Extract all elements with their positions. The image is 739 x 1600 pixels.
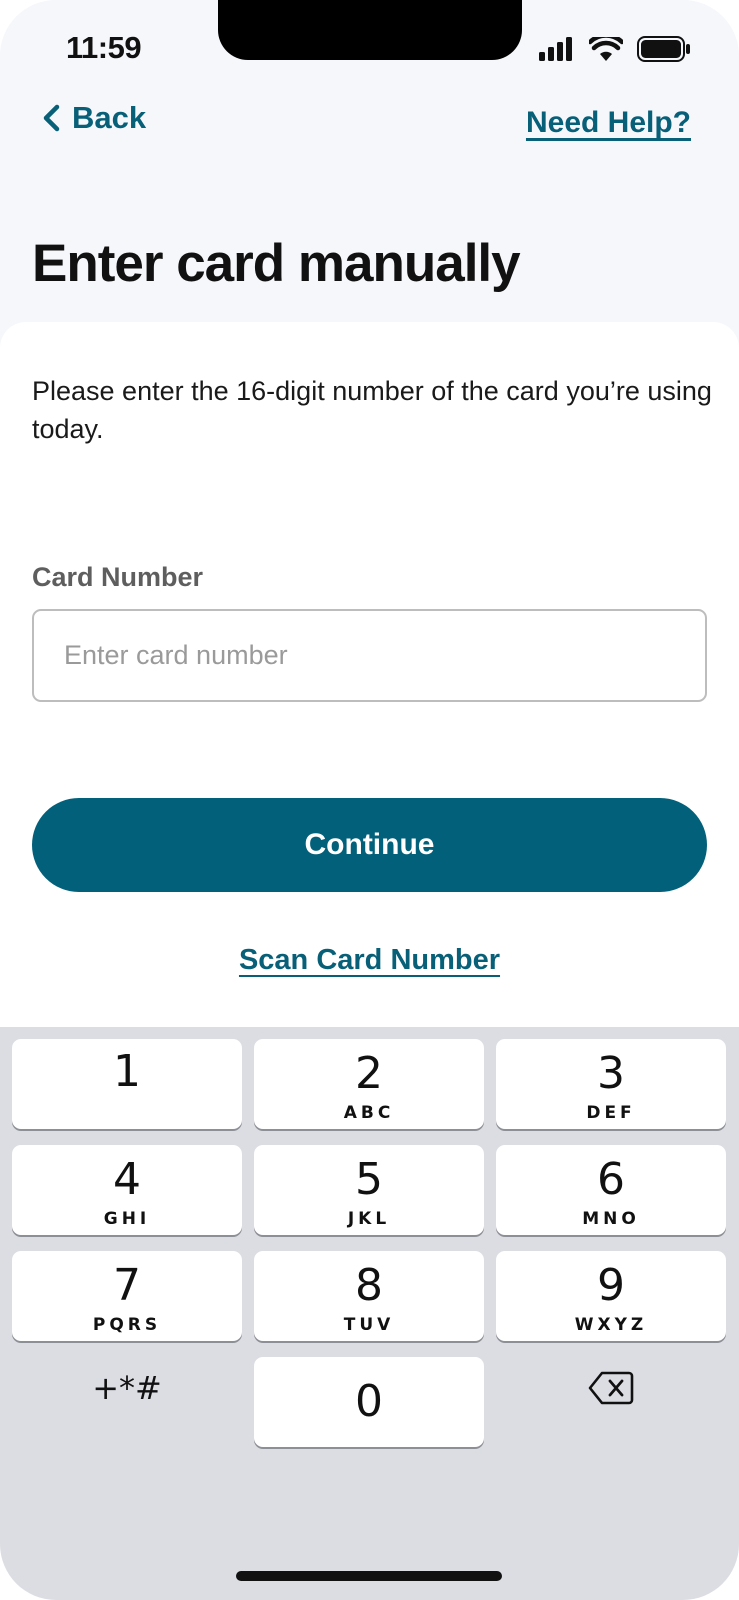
key-digit: 2: [355, 1048, 383, 1099]
key-letters: ABC: [343, 1103, 395, 1123]
key-letters: MNO: [582, 1209, 640, 1229]
key-digit: 0: [355, 1376, 383, 1427]
key-digit: 9: [597, 1260, 625, 1311]
key-digit: 5: [355, 1154, 383, 1205]
key-9[interactable]: 9 WXYZ: [496, 1251, 726, 1341]
key-1[interactable]: 1: [12, 1039, 242, 1129]
status-icons: [539, 36, 691, 62]
device-notch: [218, 0, 522, 60]
continue-button[interactable]: Continue: [32, 798, 707, 892]
need-help-link[interactable]: Need Help?: [526, 106, 691, 140]
key-3[interactable]: 3 DEF: [496, 1039, 726, 1129]
key-digit: 4: [113, 1154, 141, 1205]
delete-key[interactable]: [496, 1343, 726, 1433]
key-0[interactable]: 0: [254, 1357, 484, 1447]
key-8[interactable]: 8 TUV: [254, 1251, 484, 1341]
key-letters: PQRS: [92, 1315, 162, 1335]
key-digit: 7: [113, 1260, 141, 1311]
key-4[interactable]: 4 GHI: [12, 1145, 242, 1235]
wifi-icon: [589, 36, 623, 61]
card-number-label: Card Number: [32, 562, 204, 592]
phone-screen: 11:59 Back Need Help? Enter card manuall…: [0, 0, 739, 1600]
card-number-input[interactable]: [32, 609, 707, 702]
home-indicator[interactable]: [236, 1571, 502, 1581]
page-title: Enter card manually: [32, 234, 521, 293]
key-letters: TUV: [343, 1315, 395, 1335]
key-letters: GHI: [103, 1209, 151, 1229]
key-2[interactable]: 2 ABC: [254, 1039, 484, 1129]
key-letters: DEF: [586, 1103, 636, 1123]
scan-card-link[interactable]: Scan Card Number: [0, 944, 739, 977]
symbols-key[interactable]: +*#: [12, 1343, 242, 1433]
key-digit: 1: [113, 1046, 141, 1097]
key-digit: 8: [355, 1260, 383, 1311]
key-6[interactable]: 6 MNO: [496, 1145, 726, 1235]
chevron-left-icon: [43, 104, 60, 132]
key-letters: JKL: [347, 1209, 391, 1229]
backspace-icon: [588, 1371, 634, 1405]
key-digit: 3: [597, 1048, 625, 1099]
battery-icon: [637, 36, 690, 62]
status-time: 11:59: [66, 30, 142, 65]
back-button[interactable]: Back: [42, 100, 146, 136]
form-card: Please enter the 16-digit number of the …: [0, 322, 739, 1027]
numeric-keypad: 1 2 ABC 3 DEF 4 GHI 5 JKL 6 MNO 7 PQRS 8…: [0, 1027, 739, 1600]
instruction-text: Please enter the 16-digit number of the …: [32, 376, 712, 444]
key-5[interactable]: 5 JKL: [254, 1145, 484, 1235]
key-7[interactable]: 7 PQRS: [12, 1251, 242, 1341]
cellular-signal-icon: [539, 37, 572, 61]
key-letters: WXYZ: [574, 1315, 648, 1335]
back-label: Back: [72, 100, 147, 135]
key-digit: 6: [597, 1154, 625, 1205]
